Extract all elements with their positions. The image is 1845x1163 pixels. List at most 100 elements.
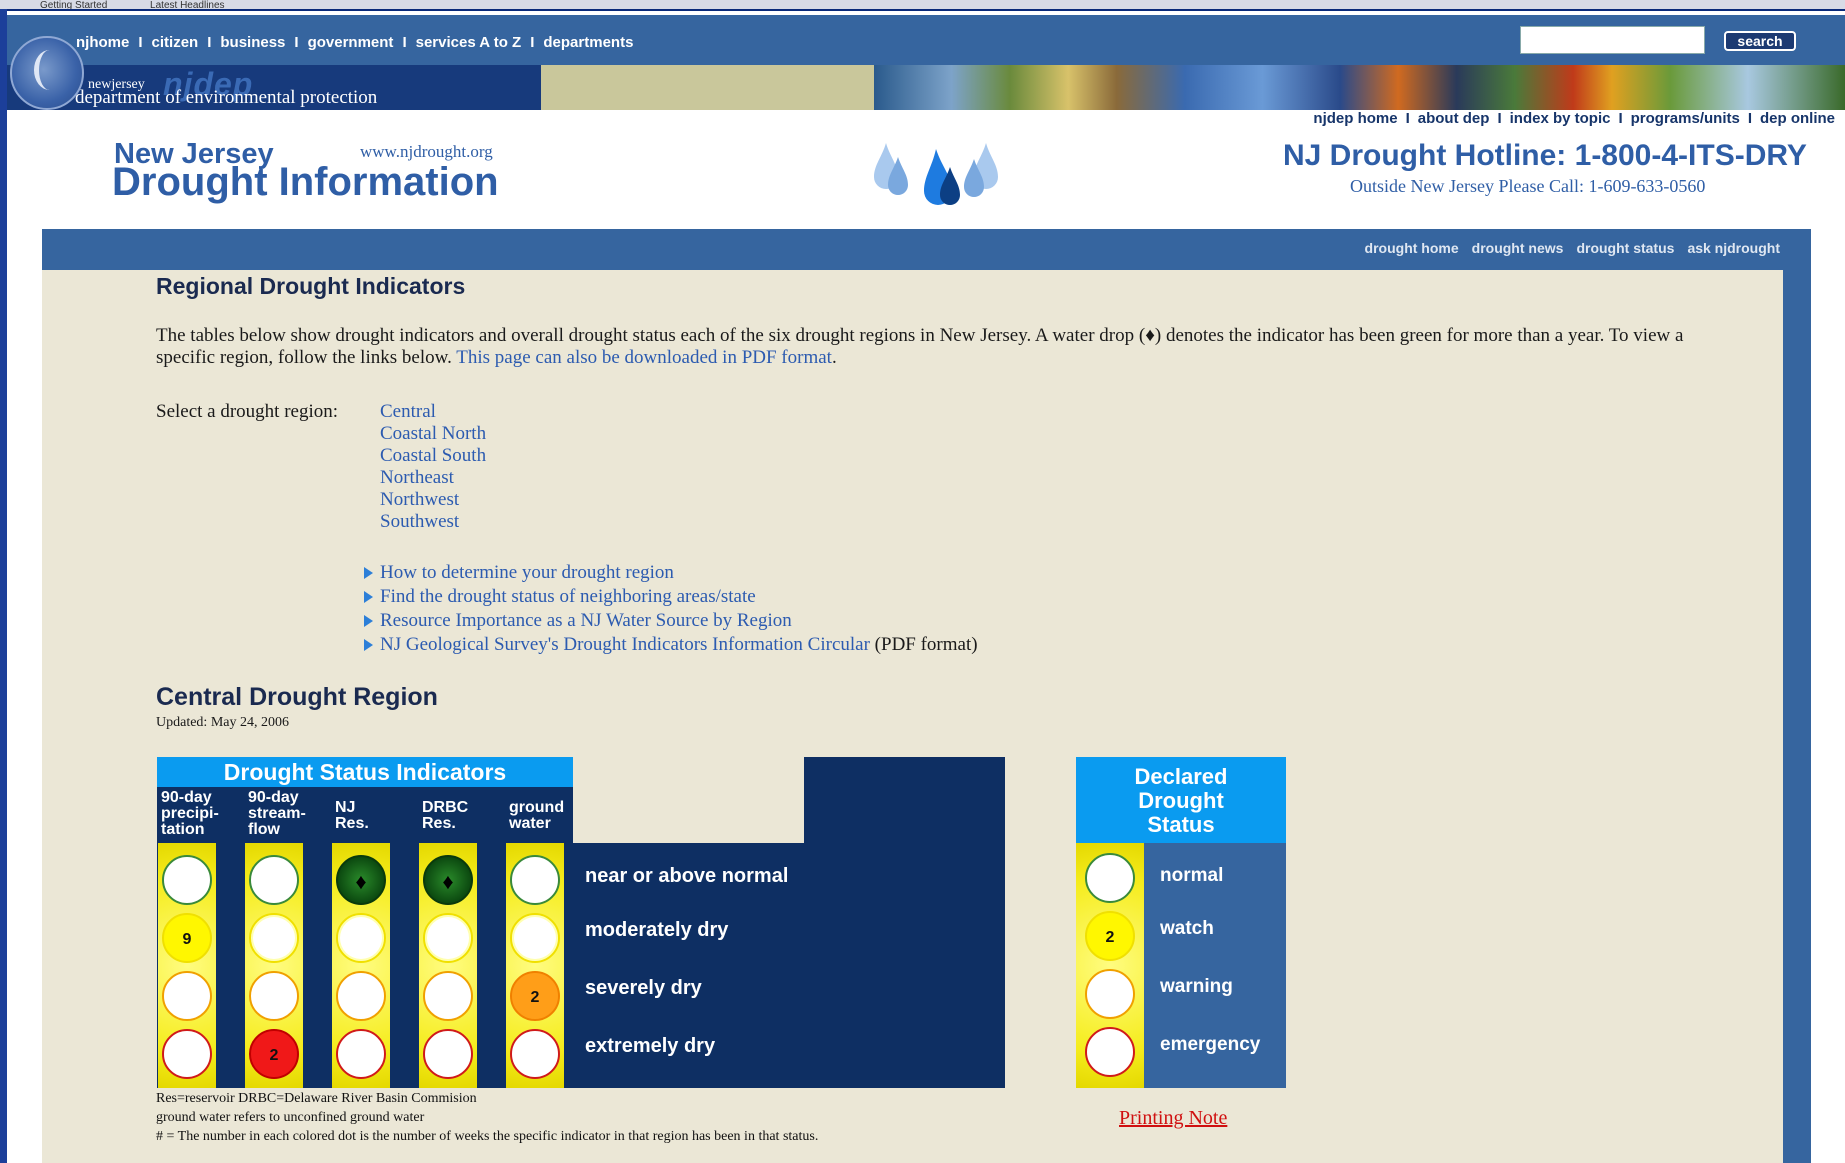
util-separator: I <box>1747 110 1752 127</box>
util-programs-units[interactable]: programs/units <box>1631 110 1740 127</box>
column-header-line: Res. <box>335 815 369 832</box>
page-title: Regional Drought Indicators <box>156 273 466 299</box>
declared-status-dot <box>1085 969 1135 1019</box>
declared-status-dot: 2 <box>1085 911 1135 961</box>
indicator-status-dot <box>510 1029 560 1079</box>
region-link-northeast[interactable]: Northeast <box>380 467 486 489</box>
indicator-status-dot: 9 <box>162 913 212 963</box>
nav-separator: I <box>402 34 407 51</box>
nav-government[interactable]: government <box>308 34 394 51</box>
bookmark-latest-headlines[interactable]: Latest Headlines <box>150 1 225 10</box>
select-region-label: Select a drought region: <box>156 401 339 422</box>
indicator-column-header: ground water <box>509 800 564 832</box>
declared-status-dot <box>1085 853 1135 903</box>
column-header-line: ground <box>509 799 565 816</box>
subnav-drought-news[interactable]: drought news <box>1472 240 1564 256</box>
intro-paragraph: The tables below show drought indicators… <box>156 325 1716 369</box>
indicator-status-dot: ♦ <box>336 855 386 905</box>
neighboring-status-link[interactable]: Find the drought status of neighboring a… <box>380 586 756 607</box>
water-drop-icon: ♦ <box>1145 325 1155 346</box>
resource-link-list: How to determine your drought region Fin… <box>364 561 978 657</box>
region-link-southwest[interactable]: Southwest <box>380 511 486 533</box>
updated-date: Updated: May 24, 2006 <box>156 715 289 730</box>
indicator-status-dot: 2 <box>510 971 560 1021</box>
indicator-status-dot <box>162 1029 212 1079</box>
window-left-edge <box>0 9 7 1163</box>
util-separator: I <box>1618 110 1623 127</box>
indicator-status-dot <box>162 971 212 1021</box>
column-header-line: DRBC <box>422 799 469 816</box>
nav-citizen[interactable]: citizen <box>152 34 199 51</box>
indicator-status-dot <box>249 971 299 1021</box>
indicator-status-dot <box>336 971 386 1021</box>
util-index-by-topic[interactable]: index by topic <box>1510 110 1611 127</box>
drought-subnav-links: drought home drought news drought status as… <box>1352 240 1780 256</box>
nav-services-a-to-z[interactable]: services A to Z <box>416 34 522 51</box>
banner-photo-collage <box>874 65 1845 110</box>
list-item: Resource Importance as a NJ Water Source… <box>364 609 978 633</box>
site-url: www.njdrought.org <box>360 142 493 161</box>
indicator-status-dot <box>162 855 212 905</box>
column-header-line: stream- <box>248 805 306 822</box>
pdf-format-note: (PDF format) <box>869 634 978 655</box>
nav-departments[interactable]: departments <box>543 34 633 51</box>
column-header-line: NJ <box>335 799 356 816</box>
indicator-column-header: 90-day precipi-tation <box>161 790 219 838</box>
declared-header-line: Status <box>1147 812 1215 837</box>
indicator-row-label: near or above normal <box>585 865 789 887</box>
subnav-drought-home[interactable]: drought home <box>1365 240 1459 256</box>
bookmark-getting-started[interactable]: Getting Started <box>40 1 107 10</box>
declared-status-label: emergency <box>1160 1034 1261 1055</box>
how-to-determine-region-link[interactable]: How to determine your drought region <box>380 562 674 583</box>
column-header-line: 90-day <box>248 789 299 806</box>
drought-hotline: NJ Drought Hotline: 1-800-4-ITS-DRY <box>1283 139 1807 172</box>
column-header-line: Res. <box>422 815 456 832</box>
region-link-coastal-south[interactable]: Coastal South <box>380 445 486 467</box>
nj-seal-logo-icon[interactable] <box>10 36 84 110</box>
search-button[interactable]: search <box>1724 31 1796 51</box>
indicator-row-label: extremely dry <box>585 1035 716 1057</box>
nav-njhome[interactable]: njhome <box>76 34 129 51</box>
column-header-line: water <box>509 815 551 832</box>
list-item: NJ Geological Survey's Drought Indicator… <box>364 633 978 657</box>
indicator-status-dot <box>249 913 299 963</box>
region-link-coastal-north[interactable]: Coastal North <box>380 423 486 445</box>
njgs-circular-link[interactable]: NJ Geological Survey's Drought Indicator… <box>380 634 870 655</box>
pdf-download-link[interactable]: This page can also be downloaded in PDF … <box>456 347 832 368</box>
declared-header-line: Declared <box>1134 764 1228 789</box>
util-dep-online[interactable]: dep online <box>1760 110 1835 127</box>
footnote-dot-number: # = The number in each colored dot is th… <box>156 1129 819 1144</box>
search-input[interactable] <box>1520 26 1705 54</box>
intro-text-1: The tables below show drought indicators… <box>156 325 1146 346</box>
subnav-drought-status[interactable]: drought status <box>1576 240 1674 256</box>
indicator-row-label: moderately dry <box>585 919 729 941</box>
list-item: Find the drought status of neighboring a… <box>364 585 978 609</box>
util-about-dep[interactable]: about dep <box>1418 110 1490 127</box>
indicator-status-dot <box>510 855 560 905</box>
top-nav-links: njhome Icitizen Ibusiness Igovernment Iservi… <box>76 34 633 51</box>
nav-separator: I <box>207 34 212 51</box>
indicators-top-dark-block <box>804 757 1005 843</box>
region-title: Central Drought Region <box>156 683 438 711</box>
indicator-status-dot <box>423 913 473 963</box>
region-link-central[interactable]: Central <box>380 401 486 423</box>
nav-separator: I <box>138 34 143 51</box>
indicator-status-dot: ♦ <box>423 855 473 905</box>
indicator-status-dot <box>336 913 386 963</box>
column-header-line: 90-day <box>161 789 212 806</box>
banner-department-text: department of environmental protection <box>75 87 378 108</box>
util-njdep-home[interactable]: njdep home <box>1313 110 1397 127</box>
declared-status-label: watch <box>1160 918 1214 939</box>
util-separator: I <box>1405 110 1410 127</box>
nav-separator: I <box>530 34 535 51</box>
region-link-northwest[interactable]: Northwest <box>380 489 486 511</box>
nav-separator: I <box>294 34 299 51</box>
nav-business[interactable]: business <box>220 34 285 51</box>
footnote-reservoir: Res=reservoir DRBC=Delaware River Basin … <box>156 1091 477 1106</box>
indicator-column-header: 90-day stream-flow <box>248 790 306 838</box>
resource-importance-link[interactable]: Resource Importance as a NJ Water Source… <box>380 610 792 631</box>
printing-note-link[interactable]: Printing Note <box>1119 1107 1227 1130</box>
subnav-ask-njdrought[interactable]: ask njdrought <box>1687 240 1780 256</box>
indicator-row-label: severely dry <box>585 977 702 999</box>
indicator-column-header: NJ Res. <box>335 800 369 832</box>
